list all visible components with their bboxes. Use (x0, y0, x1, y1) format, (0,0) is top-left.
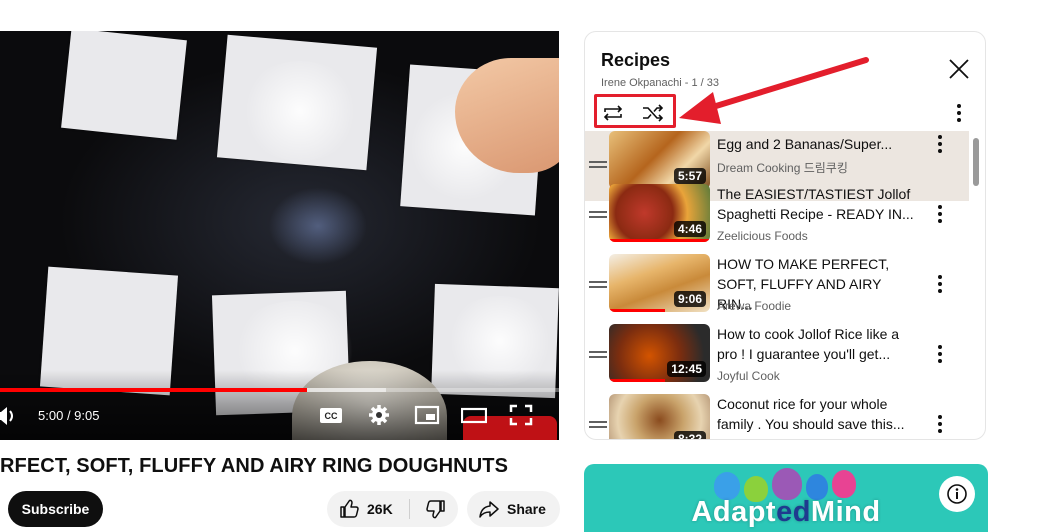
watched-progress (609, 239, 710, 242)
ad-banner[interactable]: AdaptedMind (584, 464, 988, 532)
drag-handle-icon[interactable] (589, 161, 607, 168)
watched-progress (609, 379, 665, 382)
video-thumbnail[interactable]: 9:06 (609, 254, 710, 312)
ad-info-button[interactable] (939, 476, 975, 512)
info-icon (947, 484, 967, 504)
dislike-icon (425, 500, 445, 519)
playlist-scrollbar[interactable] (973, 138, 979, 186)
video-thumbnail[interactable]: 12:45 (609, 324, 710, 382)
subscribe-button[interactable]: Subscribe (8, 491, 103, 527)
played-bar (0, 388, 308, 392)
ad-brand-prefix: Adapt (691, 496, 777, 528)
playlist-item[interactable]: 8:32 Coconut rice for your whole family … (585, 391, 969, 439)
miniplayer-icon[interactable] (414, 403, 440, 427)
playlist-item[interactable]: 12:45 How to cook Jollof Rice like a pro… (585, 321, 969, 391)
ad-brand: AdaptedMind (584, 496, 988, 529)
more-vert-icon[interactable] (933, 273, 947, 295)
closed-captions-icon[interactable]: CC (318, 403, 344, 427)
more-vert-icon[interactable] (949, 102, 969, 124)
video-player[interactable]: 5:00 / 9:05 CC (0, 31, 559, 440)
more-vert-icon[interactable] (933, 133, 947, 155)
like-divider (409, 499, 410, 519)
share-label: Share (507, 501, 546, 517)
playlist-panel: Recipes Irene Okpanachi - 1 / 33 5:57 Eg… (584, 31, 986, 440)
item-title[interactable]: The EASIEST/TASTIEST Jollof Spaghetti Re… (717, 184, 917, 224)
video-thumbnail[interactable]: 4:46 (609, 184, 710, 242)
item-channel: Dream Cooking 드림쿠킹 (717, 161, 848, 175)
item-title[interactable]: Egg and 2 Bananas/Super... (717, 134, 917, 154)
ad-brand-middle: ed (776, 496, 811, 528)
playlist-item[interactable]: 4:46 The EASIEST/TASTIEST Jollof Spaghet… (585, 181, 969, 251)
settings-icon[interactable] (366, 403, 392, 427)
duration-badge: 9:06 (673, 291, 706, 307)
share-icon (479, 501, 499, 518)
svg-text:CC: CC (325, 411, 338, 421)
watched-progress (609, 309, 665, 312)
video-frame (61, 31, 187, 140)
duration-badge: 4:46 (673, 221, 706, 237)
fullscreen-icon[interactable] (508, 403, 534, 427)
current-time: 5:00 (38, 408, 64, 423)
time-display: 5:00 / 9:05 (38, 408, 99, 423)
ad-brand-suffix: Mind (810, 496, 881, 528)
item-channel: Arewa Foodie (717, 299, 792, 313)
duration-badge: 8:32 (673, 431, 706, 439)
playlist-item[interactable]: 9:06 HOW TO MAKE PERFECT, SOFT, FLUFFY A… (585, 251, 969, 321)
drag-handle-icon[interactable] (589, 351, 607, 358)
dislike-button[interactable] (413, 491, 458, 527)
video-title: RFECT, SOFT, FLUFFY AND AIRY RING DOUGHN… (0, 455, 509, 477)
more-vert-icon[interactable] (933, 413, 947, 435)
like-button[interactable]: 26K (327, 491, 407, 527)
item-channel: Zeelicious Foods (717, 229, 808, 243)
like-dislike-group: 26K (327, 491, 458, 527)
video-frame (240, 61, 360, 161)
annotation-arrow (679, 57, 869, 124)
ad-mascot (832, 470, 856, 498)
drag-handle-icon[interactable] (589, 211, 607, 218)
progress-bar[interactable] (0, 388, 559, 392)
item-title[interactable]: How to cook Jollof Rice like a pro ! I g… (717, 324, 917, 364)
like-count: 26K (367, 501, 393, 517)
more-vert-icon[interactable] (933, 343, 947, 365)
playlist-title[interactable]: Recipes (601, 50, 670, 71)
close-icon[interactable] (947, 57, 971, 81)
drag-handle-icon[interactable] (589, 281, 607, 288)
item-channel: Joyful Cook (717, 369, 780, 383)
annotation-highlight-box (594, 94, 676, 128)
drag-handle-icon[interactable] (589, 421, 607, 428)
theater-icon[interactable] (461, 403, 487, 427)
volume-icon[interactable] (0, 406, 18, 426)
duration-badge: 12:45 (667, 361, 706, 377)
item-title[interactable]: Coconut rice for your whole family . You… (717, 394, 917, 434)
video-thumbnail[interactable]: 8:32 (609, 394, 710, 439)
share-button[interactable]: Share (467, 491, 560, 527)
more-vert-icon[interactable] (933, 203, 947, 225)
total-duration: 9:05 (74, 408, 100, 423)
playlist-items: 5:57 Egg and 2 Bananas/Super... Dream Co… (585, 131, 971, 439)
like-icon (340, 499, 359, 518)
